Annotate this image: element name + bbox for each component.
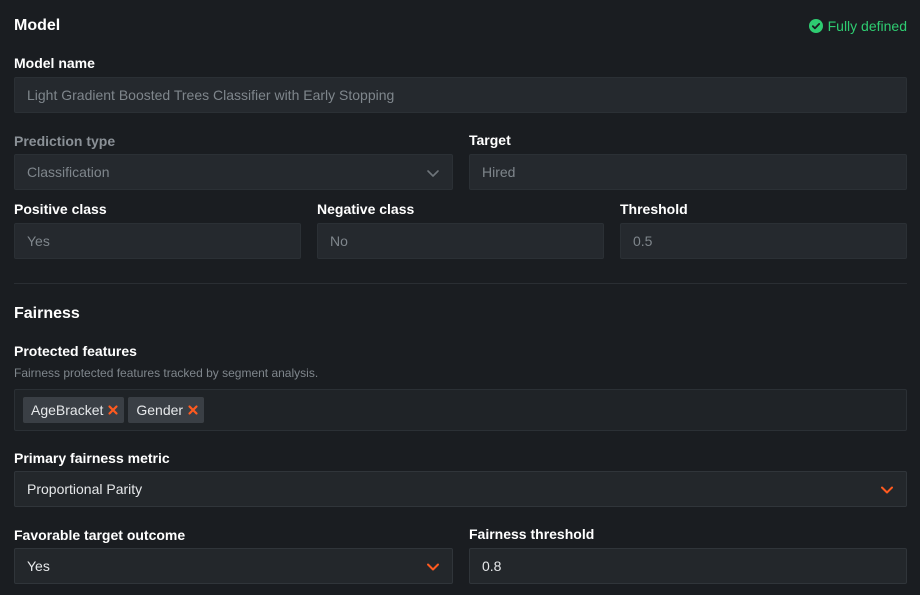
negative-class-value: No xyxy=(330,233,348,249)
threshold-value: 0.5 xyxy=(633,233,653,249)
model-name-field: Light Gradient Boosted Trees Classifier … xyxy=(14,77,907,113)
favorable-outcome-label: Favorable target outcome xyxy=(14,527,186,543)
model-name-label: Model name xyxy=(14,55,95,71)
positive-class-value: Yes xyxy=(27,233,50,249)
prediction-type-value: Classification xyxy=(27,164,110,180)
fairness-section-title: Fairness xyxy=(14,305,80,322)
remove-tag-icon[interactable] xyxy=(107,404,119,416)
positive-class-label: Positive class xyxy=(14,201,107,217)
model-section-title: Model xyxy=(14,17,61,34)
protected-features-hint[interactable]: Fairness protected features tracked by s… xyxy=(14,366,318,380)
primary-metric-value: Proportional Parity xyxy=(27,481,143,497)
model-name-value: Light Gradient Boosted Trees Classifier … xyxy=(27,87,395,103)
feature-tag: AgeBracket xyxy=(23,397,125,423)
primary-metric-label: Primary fairness metric xyxy=(14,450,170,466)
chevron-down-icon xyxy=(881,486,893,494)
remove-tag-icon[interactable] xyxy=(187,404,199,416)
check-circle-icon xyxy=(808,19,823,33)
negative-class-field: No xyxy=(317,223,604,259)
favorable-outcome-select[interactable]: Yes xyxy=(14,548,453,584)
prediction-type-label: Prediction type xyxy=(14,133,116,149)
target-field: Hired xyxy=(469,154,907,190)
fairness-threshold-value: 0.8 xyxy=(482,558,502,574)
chevron-down-icon xyxy=(427,170,439,177)
threshold-field: 0.5 xyxy=(620,223,907,259)
threshold-label: Threshold xyxy=(620,201,688,217)
feature-tag-label: Gender xyxy=(136,402,184,418)
section-divider xyxy=(14,283,907,284)
feature-tag: Gender xyxy=(128,397,205,423)
target-label: Target xyxy=(469,132,511,148)
fairness-threshold-label: Fairness threshold xyxy=(469,526,595,542)
status-text: Fully defined xyxy=(827,18,907,34)
primary-metric-select[interactable]: Proportional Parity xyxy=(14,471,907,507)
favorable-outcome-value: Yes xyxy=(27,558,50,574)
target-value: Hired xyxy=(482,164,516,180)
feature-tag-label: AgeBracket xyxy=(31,402,104,418)
chevron-down-icon xyxy=(427,563,439,571)
negative-class-label: Negative class xyxy=(317,201,415,217)
prediction-type-select: Classification xyxy=(14,154,453,190)
protected-features-label: Protected features xyxy=(14,343,137,359)
status-badge: Fully defined xyxy=(808,18,907,34)
protected-features-input[interactable]: AgeBracket Gender xyxy=(14,389,907,431)
positive-class-field: Yes xyxy=(14,223,301,259)
fairness-threshold-input[interactable]: 0.8 xyxy=(469,548,907,584)
